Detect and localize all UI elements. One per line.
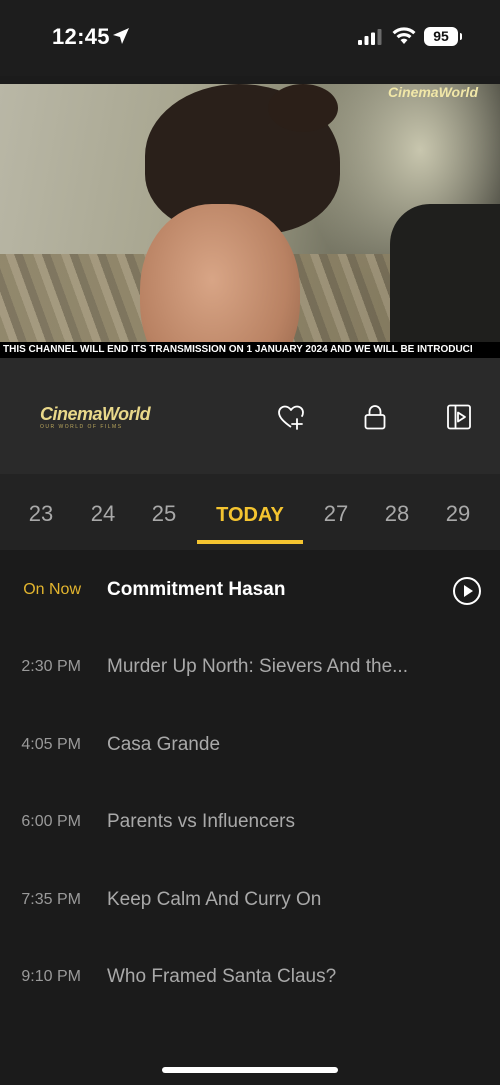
schedule-title: Parents vs Influencers — [107, 811, 295, 832]
status-time: 12:45 — [52, 24, 110, 49]
channel-control-bar: CinemaWorld OUR WORLD OF FILMS — [0, 358, 500, 474]
schedule-time: 7:35 PM — [21, 891, 81, 908]
date-tab-24[interactable]: 24 — [88, 501, 118, 527]
play-button[interactable] — [452, 576, 482, 606]
picture-in-picture-button[interactable] — [444, 402, 474, 432]
video-frame-bun — [268, 84, 338, 132]
schedule-title: Casa Grande — [107, 734, 221, 755]
cellular-signal-icon — [358, 29, 382, 45]
date-tab-today[interactable]: TODAY — [200, 504, 300, 527]
schedule-title: Who Framed Santa Claus? — [107, 966, 337, 987]
battery-indicator: 95 — [424, 27, 462, 46]
schedule-item[interactable]: 4:05 PM Casa Grande — [0, 726, 500, 766]
schedule-item-now[interactable]: On Now Commitment Hasan — [0, 571, 500, 611]
channel-watermark: CinemaWorld — [388, 84, 478, 100]
lock-button[interactable] — [360, 402, 390, 432]
schedule-item[interactable]: 9:10 PM Who Framed Santa Claus? — [0, 958, 500, 998]
channel-logo: CinemaWorld OUR WORLD OF FILMS — [40, 404, 151, 430]
status-bar: 12:45 95 — [0, 0, 500, 76]
schedule-time: 4:05 PM — [21, 736, 81, 753]
schedule-time: 9:10 PM — [21, 968, 81, 985]
schedule-item[interactable]: 6:00 PM Parents vs Influencers — [0, 803, 500, 843]
schedule-time: 6:00 PM — [21, 813, 81, 830]
schedule-title: Murder Up North: Sievers And the... — [107, 656, 408, 677]
schedule-title: Commitment Hasan — [107, 579, 286, 600]
date-tab-25[interactable]: 25 — [149, 501, 179, 527]
date-tab-27[interactable]: 27 — [321, 501, 351, 527]
schedule-title: Keep Calm And Curry On — [107, 889, 322, 910]
date-tab-29[interactable]: 29 — [443, 501, 473, 527]
date-tabs: 23 24 25 TODAY 27 28 29 — [0, 474, 500, 550]
wifi-icon — [392, 27, 416, 44]
home-indicator[interactable] — [162, 1067, 338, 1073]
video-player[interactable]: CinemaWorld — [0, 84, 500, 342]
schedule-item[interactable]: 7:35 PM Keep Calm And Curry On — [0, 881, 500, 921]
news-ticker: THIS CHANNEL WILL END ITS TRANSMISSION O… — [0, 342, 500, 358]
selected-tab-indicator — [197, 540, 303, 544]
date-tab-23[interactable]: 23 — [26, 501, 56, 527]
date-tab-28[interactable]: 28 — [382, 501, 412, 527]
location-arrow-icon — [113, 28, 129, 44]
schedule-time: On Now — [23, 581, 81, 598]
video-frame-shadow — [390, 204, 500, 342]
schedule-item[interactable]: 2:30 PM Murder Up North: Sievers And the… — [0, 648, 500, 688]
add-favorite-button[interactable] — [276, 402, 306, 432]
schedule-time: 2:30 PM — [21, 658, 81, 675]
channel-logo-text: CinemaWorld — [40, 404, 151, 424]
